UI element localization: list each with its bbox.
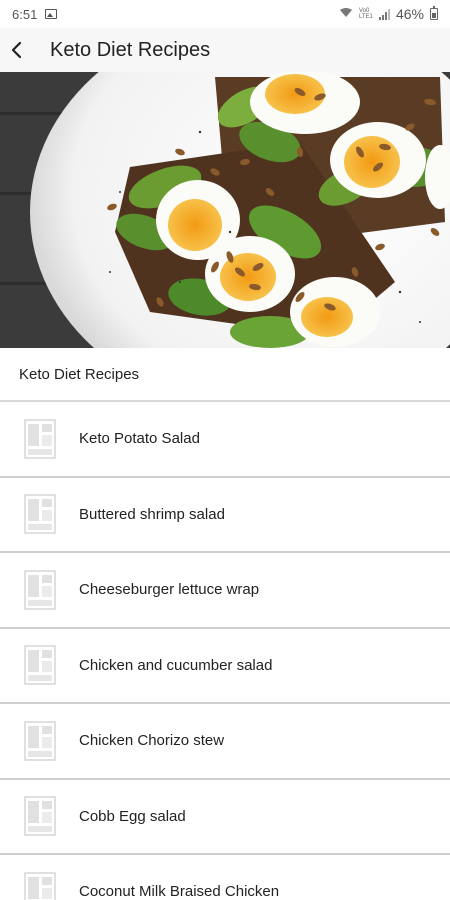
image-placeholder-icon	[24, 645, 56, 685]
recipe-name: Cheeseburger lettuce wrap	[79, 581, 260, 599]
recipe-list: Keto Potato Salad Buttered shrimp salad Ch…	[0, 402, 450, 900]
battery-icon	[430, 6, 438, 20]
list-item[interactable]: Cobb Egg salad	[0, 779, 450, 855]
network-label: Vo0 LTE1	[358, 8, 373, 20]
app-bar: Keto Diet Recipes	[0, 28, 450, 72]
list-item[interactable]: Coconut Milk Braised Chicken	[0, 855, 450, 900]
list-item[interactable]: Cheeseburger lettuce wrap	[0, 553, 450, 629]
recipe-name: Coconut Milk Braised Chicken	[79, 883, 280, 900]
image-placeholder-icon	[24, 419, 56, 459]
list-item[interactable]: Chicken Chorizo stew	[0, 704, 450, 780]
signal-icon	[378, 8, 390, 20]
chevron-left-icon	[11, 41, 22, 59]
image-placeholder-icon	[24, 570, 56, 610]
page-title: Keto Diet Recipes	[50, 38, 211, 61]
battery-percent: 46%	[395, 6, 424, 22]
list-item[interactable]: Chicken and cucumber salad	[0, 628, 450, 704]
recipe-name: Keto Potato Salad	[79, 430, 200, 448]
status-time: 6:51	[12, 6, 38, 22]
image-placeholder-icon	[24, 494, 56, 534]
wifi-icon	[339, 7, 353, 21]
section-title: Keto Diet Recipes	[0, 348, 450, 402]
image-placeholder-icon	[24, 872, 56, 900]
recipe-name: Cobb Egg salad	[79, 807, 186, 825]
back-button[interactable]	[2, 28, 32, 72]
list-item[interactable]: Buttered shrimp salad	[0, 477, 450, 553]
recipe-name: Chicken Chorizo stew	[79, 732, 225, 750]
hero-image	[0, 72, 450, 348]
recipe-name: Buttered shrimp salad	[79, 505, 225, 523]
list-item[interactable]: Keto Potato Salad	[0, 402, 450, 478]
recipe-name: Chicken and cucumber salad	[79, 656, 273, 674]
gallery-notification-icon	[45, 9, 58, 19]
status-bar: 6:51 Vo0 LTE1 46%	[0, 0, 450, 28]
image-placeholder-icon	[24, 721, 56, 761]
image-placeholder-icon	[24, 796, 56, 836]
